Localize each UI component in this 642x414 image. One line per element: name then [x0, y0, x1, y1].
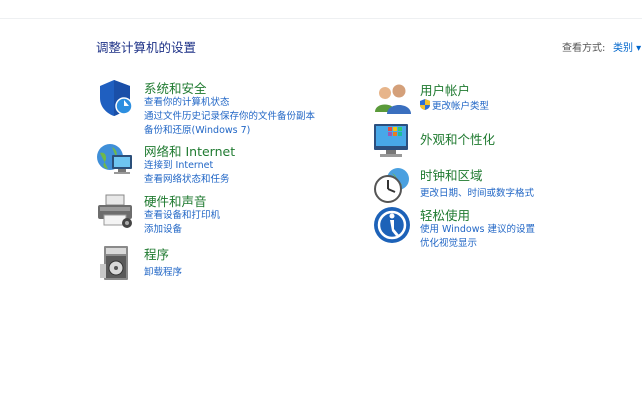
- link-backup-restore[interactable]: 备份和还原(Windows 7): [144, 122, 250, 136]
- network-icon[interactable]: [96, 141, 136, 181]
- page-title: 调整计算机的设置: [96, 40, 197, 55]
- link-change-date-time-format[interactable]: 更改日期、时间或数字格式: [420, 185, 534, 199]
- link-change-account-type[interactable]: 更改帐户类型: [420, 98, 489, 112]
- link-label: 更改帐户类型: [432, 101, 490, 112]
- link-optimize-display[interactable]: 优化视觉显示: [420, 235, 477, 249]
- system-security-icon[interactable]: [96, 78, 136, 118]
- view-by-label: 查看方式:: [562, 43, 606, 54]
- appearance-icon[interactable]: [372, 122, 412, 162]
- link-devices-printers[interactable]: 查看设备和打印机: [144, 207, 220, 221]
- programs-icon[interactable]: [96, 244, 136, 284]
- hardware-sound-icon[interactable]: [96, 191, 136, 231]
- link-windows-recommended[interactable]: 使用 Windows 建议的设置: [420, 221, 535, 235]
- link-connect-internet[interactable]: 连接到 Internet: [144, 157, 213, 171]
- category-title[interactable]: 外观和个性化: [420, 129, 495, 148]
- ease-of-access-icon[interactable]: [372, 205, 412, 245]
- view-by-dropdown[interactable]: 类别 ▾: [613, 39, 641, 54]
- user-accounts-icon[interactable]: [372, 80, 412, 120]
- category-title[interactable]: 程序: [144, 244, 169, 263]
- link-uninstall-program[interactable]: 卸载程序: [144, 264, 182, 278]
- clock-region-icon[interactable]: [372, 165, 412, 205]
- link-add-device[interactable]: 添加设备: [144, 221, 182, 235]
- uac-shield-icon: [420, 99, 430, 110]
- category-title[interactable]: 用户帐户: [420, 80, 470, 99]
- category-title[interactable]: 时钟和区域: [420, 165, 483, 184]
- top-divider: [0, 18, 642, 19]
- link-file-history[interactable]: 通过文件历史记录保存你的文件备份副本: [144, 108, 315, 122]
- link-network-status[interactable]: 查看网络状态和任务: [144, 171, 230, 185]
- link-view-computer-status[interactable]: 查看你的计算机状态: [144, 94, 230, 108]
